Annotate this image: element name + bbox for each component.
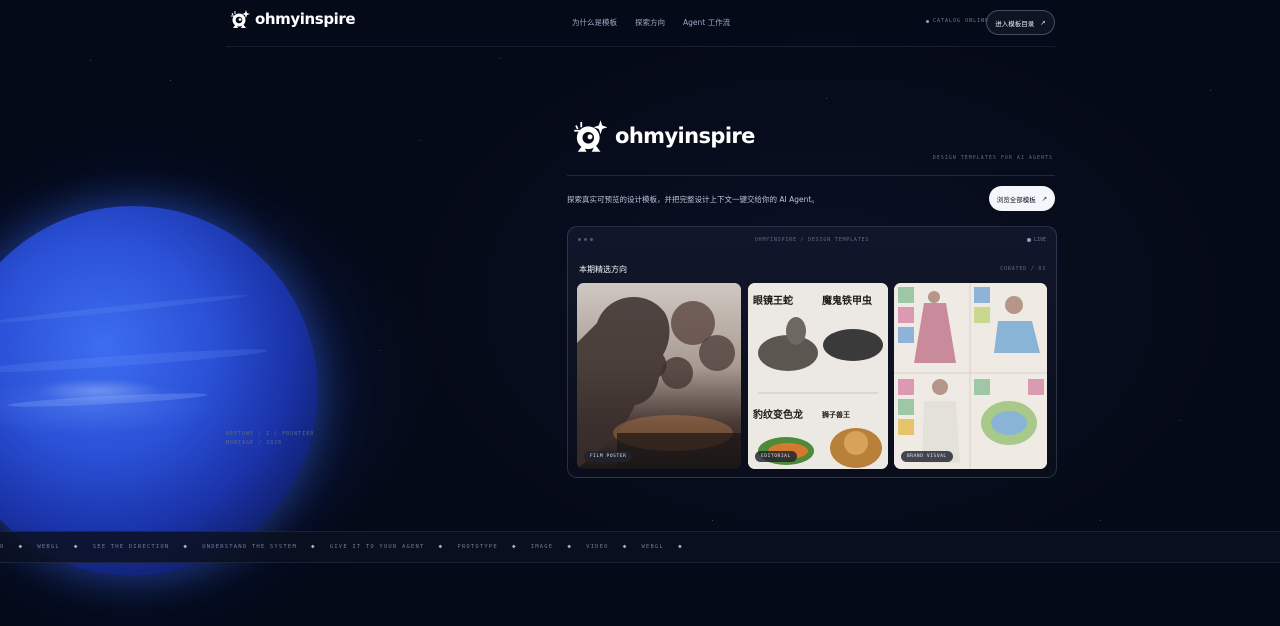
ticker-item: SEE THE DIRECTION (92, 543, 170, 550)
nav-link-agent-workflow[interactable]: Agent 工作流 (683, 17, 730, 28)
planet-caption-line1: NEPTUNE / I / FRONTIER (226, 431, 315, 437)
planet-band (0, 292, 248, 326)
nav-link-explore-directions[interactable]: 探索方向 (635, 17, 665, 28)
ticker-item: GIVE IT TO YOUR AGENT (329, 543, 425, 550)
brand-logo[interactable]: ohmyinspire (228, 7, 356, 31)
top-navigation: ohmyinspire 为什么是模板 探索方向 Agent 工作流 CATALO… (226, 0, 1055, 47)
ticker-row: O ◆ WEBGL ◆ SEE THE DIRECTION ◆ UNDERSTA… (0, 543, 697, 550)
catalog-status: CATALOG ONLINE (926, 18, 989, 24)
nav-links: 为什么是模板 探索方向 Agent 工作流 (572, 17, 730, 28)
diamond-icon: ◆ (622, 543, 628, 550)
hero-tagline: DESIGN TEMPLATES FOR AI AGENTS (932, 155, 1053, 161)
planet-band (7, 390, 209, 410)
star (1100, 520, 1101, 521)
diamond-icon: ◆ (18, 543, 24, 550)
ticker-item: O (0, 543, 5, 550)
preview-titlebar: OHMYINSPIRE / DESIGN TEMPLATES LIVE (568, 227, 1056, 253)
hero-description: 探索真实可预览的设计模板，并把完整设计上下文一键交给你的 AI Agent。 (567, 195, 819, 204)
enter-catalog-button[interactable]: 进入模板目录 ↗ (986, 10, 1055, 35)
diamond-icon: ◆ (567, 543, 573, 550)
preview-count: CURATED / 03 (1000, 266, 1046, 272)
star (1180, 420, 1181, 421)
hero-logo: ohmyinspire (569, 114, 755, 158)
brand-mark-icon (231, 10, 250, 28)
marquee-ticker: O ◆ WEBGL ◆ SEE THE DIRECTION ◆ UNDERSTA… (0, 531, 1280, 563)
ticker-item: PROTOTYPE (457, 543, 498, 550)
planet-illustration (0, 206, 318, 576)
live-indicator: LIVE (1026, 237, 1046, 243)
star (380, 350, 381, 351)
planet-caption-line2: MONTAGE / 2026 (226, 440, 283, 446)
editorial-heading-2: 魔鬼铁甲虫 (822, 296, 872, 307)
diamond-icon: ◆ (310, 543, 316, 550)
preview-path: OHMYINSPIRE / DESIGN TEMPLATES (754, 237, 870, 243)
ticker-item: VIDEO (586, 543, 609, 550)
arrow-up-right-icon: ↗ (1041, 194, 1048, 203)
film-poster-artwork (577, 283, 741, 469)
status-dot-icon (926, 19, 929, 23)
template-preview-window: OHMYINSPIRE / DESIGN TEMPLATES LIVE 本期精选… (567, 226, 1057, 478)
editorial-heading-1: 眼镜王蛇 (753, 296, 793, 307)
diamond-icon: ◆ (183, 543, 189, 550)
live-label: LIVE (1033, 237, 1046, 243)
hero-wordmark: ohmyinspire (615, 124, 755, 148)
card-category-chip: EDITORIAL (755, 451, 797, 462)
diamond-icon: ◆ (73, 543, 79, 550)
editorial-heading-4: 狮子兽王 (822, 410, 850, 419)
star (420, 140, 421, 141)
editorial-heading-3: 豹纹变色龙 (753, 410, 803, 421)
live-dot-icon (1026, 238, 1031, 242)
template-card-brand-visual[interactable]: BRAND VISUAL (894, 283, 1047, 469)
brand-mark-icon (574, 120, 608, 152)
status-text: CATALOG ONLINE (933, 18, 990, 24)
card-category-chip: BRAND VISUAL (901, 451, 953, 462)
star (826, 98, 827, 99)
landing-page: ohmyinspire 为什么是模板 探索方向 Agent 工作流 CATALO… (0, 0, 1280, 626)
ticker-item: WEBGL (37, 543, 60, 550)
view-all-templates-button[interactable]: 浏览全部模板 ↗ (989, 186, 1055, 211)
planet-caption: NEPTUNE / I / FRONTIER MONTAGE / 2026 (226, 430, 314, 448)
editorial-artwork (748, 283, 888, 469)
arrow-up-right-icon: ↗ (1040, 18, 1046, 27)
view-all-label: 浏览全部模板 (996, 195, 1036, 204)
diamond-icon: ◆ (678, 543, 683, 550)
nav-link-why-templates[interactable]: 为什么是模板 (572, 17, 617, 28)
preview-title: 本期精选方向 (579, 265, 627, 274)
diamond-icon: ◆ (438, 543, 444, 550)
template-card-editorial[interactable]: 眼镜王蛇 魔鬼铁甲虫 豹纹变色龙 狮子兽王 EDITORIAL (748, 283, 888, 469)
hero-divider (567, 175, 1055, 176)
ticker-item: IMAGE (530, 543, 554, 550)
ticker-item: UNDERSTAND THE SYSTEM (202, 543, 297, 550)
star (170, 80, 171, 81)
star (500, 58, 501, 59)
card-category-chip: FILM POSTER (584, 451, 633, 462)
brand-visual-artwork (894, 283, 1047, 469)
template-card-film-poster[interactable]: FILM POSTER (577, 283, 741, 469)
enter-catalog-label: 进入模板目录 (995, 19, 1035, 28)
diamond-icon: ◆ (511, 543, 517, 550)
star (1210, 90, 1211, 91)
star (712, 520, 713, 521)
brand-wordmark: ohmyinspire (255, 10, 356, 28)
planet-band (0, 345, 268, 377)
ticker-item: WEBGL (641, 543, 665, 550)
star (90, 60, 91, 61)
